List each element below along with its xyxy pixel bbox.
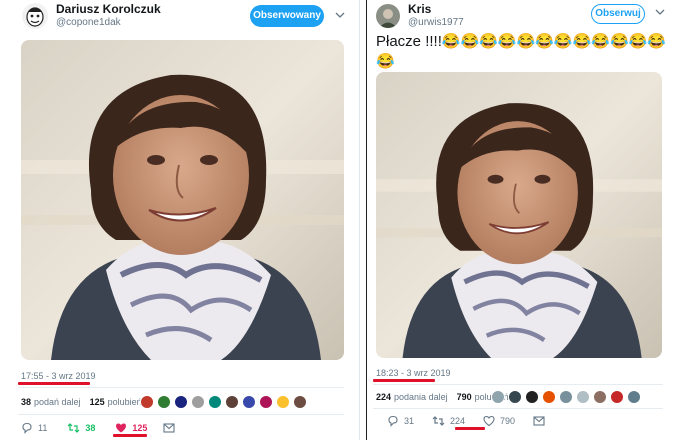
liker-avatar[interactable] xyxy=(525,390,539,404)
tweet-stats: 38 podań dalej 125 polubień xyxy=(21,394,151,410)
liker-avatar[interactable] xyxy=(542,390,556,404)
retweet-icon xyxy=(432,416,445,426)
display-name[interactable]: Dariusz Korolczuk xyxy=(56,2,161,16)
reply-icon xyxy=(388,415,398,427)
tweet-header: Dariusz Korolczuk @copone1dak xyxy=(22,2,161,29)
likes-stat[interactable]: 125 polubień xyxy=(90,397,142,407)
user-handle[interactable]: @copone1dak xyxy=(56,16,161,29)
divider xyxy=(18,414,344,415)
like-button[interactable]: 125 xyxy=(115,422,147,434)
red-annotation-underline xyxy=(373,379,435,382)
tweet-actions: 31 224 790 xyxy=(387,414,570,428)
liker-avatar[interactable] xyxy=(491,390,505,404)
retweet-button[interactable]: 224 xyxy=(432,415,465,427)
retweets-count: 224 xyxy=(376,392,392,402)
divider xyxy=(373,408,663,409)
liker-avatar[interactable] xyxy=(559,390,573,404)
liker-avatar[interactable] xyxy=(576,390,590,404)
tweet-photo[interactable] xyxy=(21,40,344,360)
display-name[interactable]: Kris xyxy=(408,2,464,16)
liker-avatar[interactable] xyxy=(140,395,154,409)
tweet-timestamp[interactable]: 17:55 - 3 wrz 2019 xyxy=(21,371,96,381)
tweet-actions: 11 38 125 xyxy=(21,421,200,435)
likes-count: 790 xyxy=(456,392,472,402)
mail-icon xyxy=(163,423,175,433)
reply-button[interactable]: 11 xyxy=(21,422,47,434)
tweet-card-left: Dariusz Korolczuk @copone1dak Obserwowan… xyxy=(0,0,360,440)
retweet-count: 38 xyxy=(85,423,96,433)
mail-icon xyxy=(533,416,545,426)
reply-count: 11 xyxy=(38,423,48,433)
user-names: Kris @urwis1977 xyxy=(408,2,464,29)
liker-avatar[interactable] xyxy=(174,395,188,409)
user-handle[interactable]: @urwis1977 xyxy=(408,16,464,29)
liker-avatar[interactable] xyxy=(242,395,256,409)
like-count: 125 xyxy=(132,423,148,433)
liker-avatars xyxy=(140,395,310,409)
portrait-image xyxy=(376,72,662,358)
reply-icon xyxy=(22,422,32,434)
retweets-label: podania dalej xyxy=(394,392,448,402)
retweets-label: podań dalej xyxy=(34,397,81,407)
direct-message-button[interactable] xyxy=(163,423,180,433)
user-names: Dariusz Korolczuk @copone1dak xyxy=(56,2,161,29)
liker-avatar[interactable] xyxy=(508,390,522,404)
red-annotation-underline xyxy=(113,434,147,437)
heart-icon xyxy=(483,415,495,427)
chevron-down-icon[interactable] xyxy=(653,7,667,21)
like-count: 790 xyxy=(500,416,516,426)
avatar[interactable] xyxy=(376,3,400,28)
reply-count: 31 xyxy=(404,416,415,426)
retweet-count: 224 xyxy=(450,416,466,426)
divider xyxy=(373,384,663,385)
tweet-header: Kris @urwis1977 xyxy=(376,2,464,29)
liker-avatar[interactable] xyxy=(259,395,273,409)
liker-avatar[interactable] xyxy=(593,390,607,404)
likes-label: polubień xyxy=(107,397,142,407)
tweet-timestamp[interactable]: 18:23 - 3 wrz 2019 xyxy=(376,368,451,378)
chevron-down-icon[interactable] xyxy=(333,10,347,24)
retweet-button[interactable]: 38 xyxy=(67,422,95,434)
liker-avatar[interactable] xyxy=(191,395,205,409)
direct-message-button[interactable] xyxy=(533,416,550,426)
liker-avatar[interactable] xyxy=(293,395,307,409)
liker-avatar[interactable] xyxy=(225,395,239,409)
like-button[interactable]: 790 xyxy=(483,415,515,427)
retweet-icon xyxy=(67,423,80,433)
reply-button[interactable]: 31 xyxy=(387,415,414,427)
following-button[interactable]: Obserwowany xyxy=(250,5,324,27)
tweet-text: Płacze !!!!😂😂😂😂😂😂😂😂😂😂😂😂😂 xyxy=(376,33,666,70)
tweet-card-right: Kris @urwis1977 Obserwuj Płacze !!!!😂😂😂😂… xyxy=(366,0,680,440)
follow-button[interactable]: Obserwuj xyxy=(591,4,645,24)
divider xyxy=(18,387,344,388)
retweets-count: 38 xyxy=(21,397,32,407)
portrait-image xyxy=(21,40,344,360)
liker-avatar[interactable] xyxy=(627,390,641,404)
avatar[interactable] xyxy=(22,2,48,29)
tweet-photo[interactable] xyxy=(376,72,662,358)
retweets-stat[interactable]: 224 podania dalej xyxy=(376,392,448,402)
liker-avatar[interactable] xyxy=(208,395,222,409)
retweets-stat[interactable]: 38 podań dalej xyxy=(21,397,81,407)
avatar-photo-icon xyxy=(376,3,400,28)
likes-count: 125 xyxy=(89,397,105,407)
liker-avatar[interactable] xyxy=(157,395,171,409)
liker-avatar[interactable] xyxy=(610,390,624,404)
heart-icon xyxy=(116,423,127,433)
red-annotation-underline xyxy=(455,427,485,430)
avatar-cartoon-icon xyxy=(26,6,44,27)
liker-avatar[interactable] xyxy=(276,395,290,409)
liker-avatars xyxy=(491,390,644,404)
red-annotation-underline xyxy=(18,382,90,385)
